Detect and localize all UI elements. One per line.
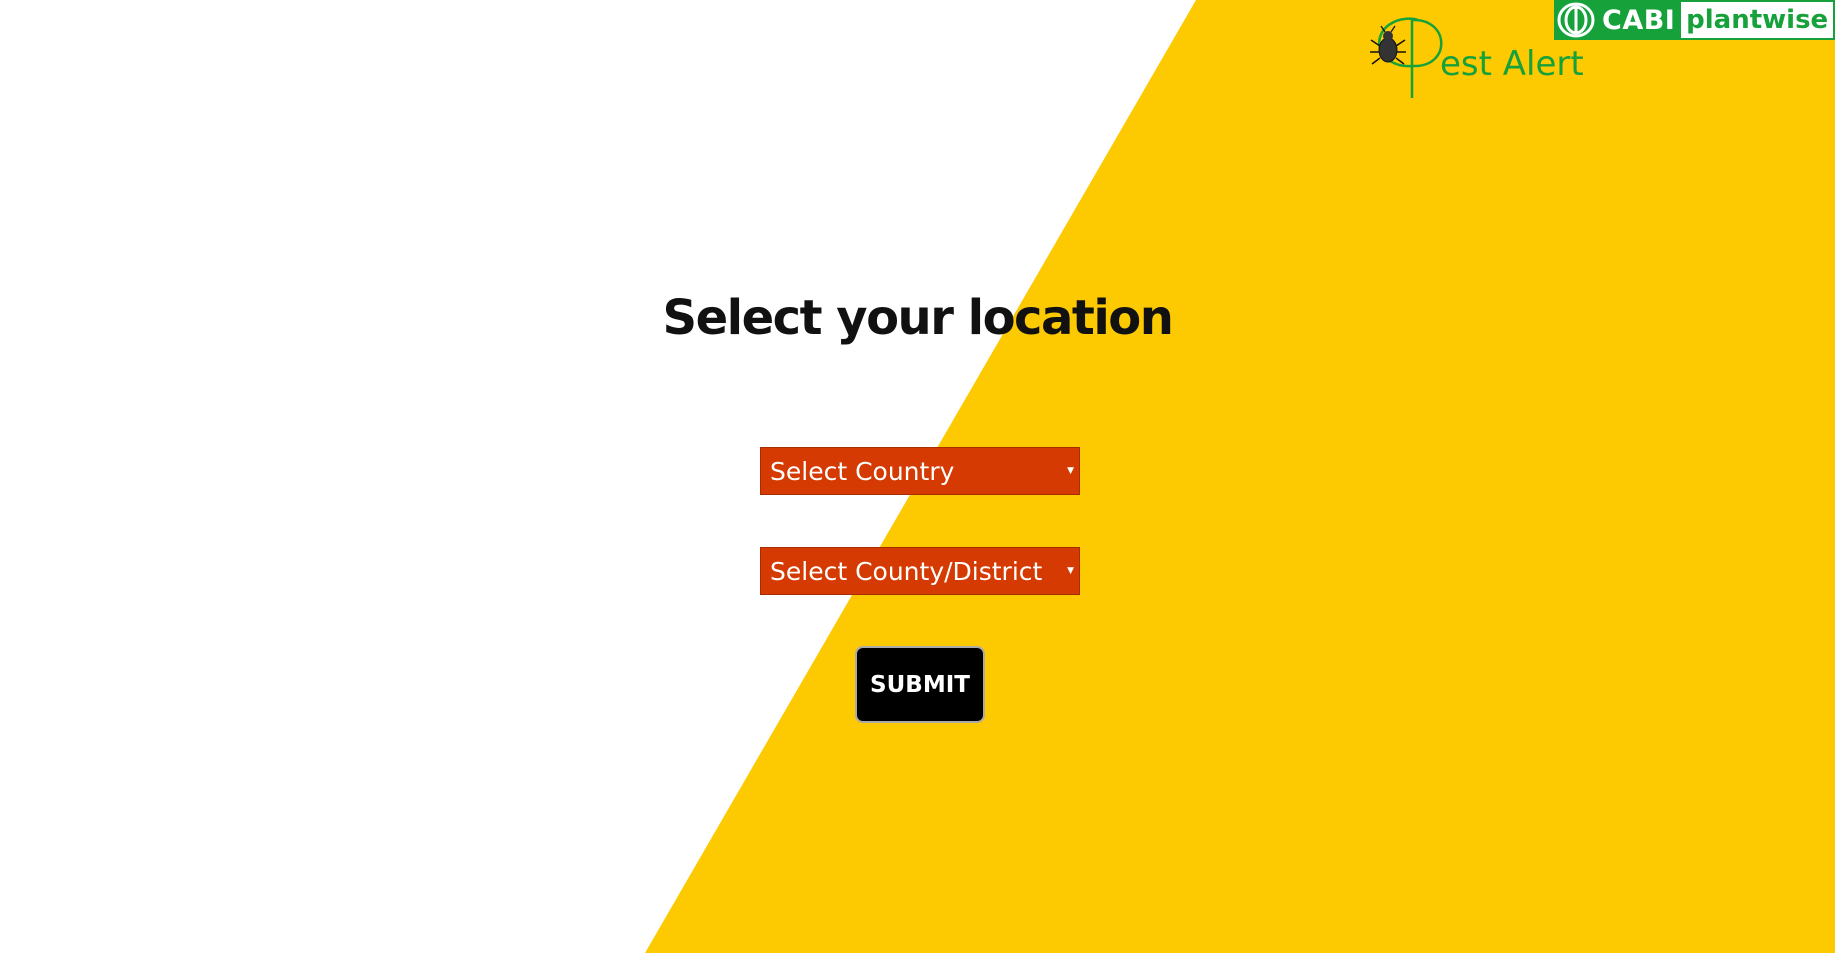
cabi-label: CABI xyxy=(1602,4,1676,36)
caret-down-icon: ▼ xyxy=(1067,566,1074,576)
plantwise-badge: plantwise xyxy=(1681,0,1835,40)
submit-button[interactable]: SUBMIT xyxy=(855,646,985,723)
page: CABI plantwise est Alert Select your loc… xyxy=(0,0,1835,953)
bug-icon xyxy=(1370,25,1406,65)
pest-alert-label: est Alert xyxy=(1440,44,1584,84)
caret-down-icon: ▼ xyxy=(1067,466,1074,476)
country-select-value: Select Country xyxy=(770,456,955,486)
page-title: Select your location xyxy=(662,290,1174,346)
district-select-value: Select County/District xyxy=(770,556,1043,586)
district-select[interactable]: Select County/District ▼ xyxy=(760,547,1080,595)
plantwise-label: plantwise xyxy=(1686,5,1829,35)
cabi-plantwise-logo[interactable]: CABI plantwise xyxy=(1554,0,1835,40)
country-select[interactable]: Select Country ▼ xyxy=(760,447,1080,495)
